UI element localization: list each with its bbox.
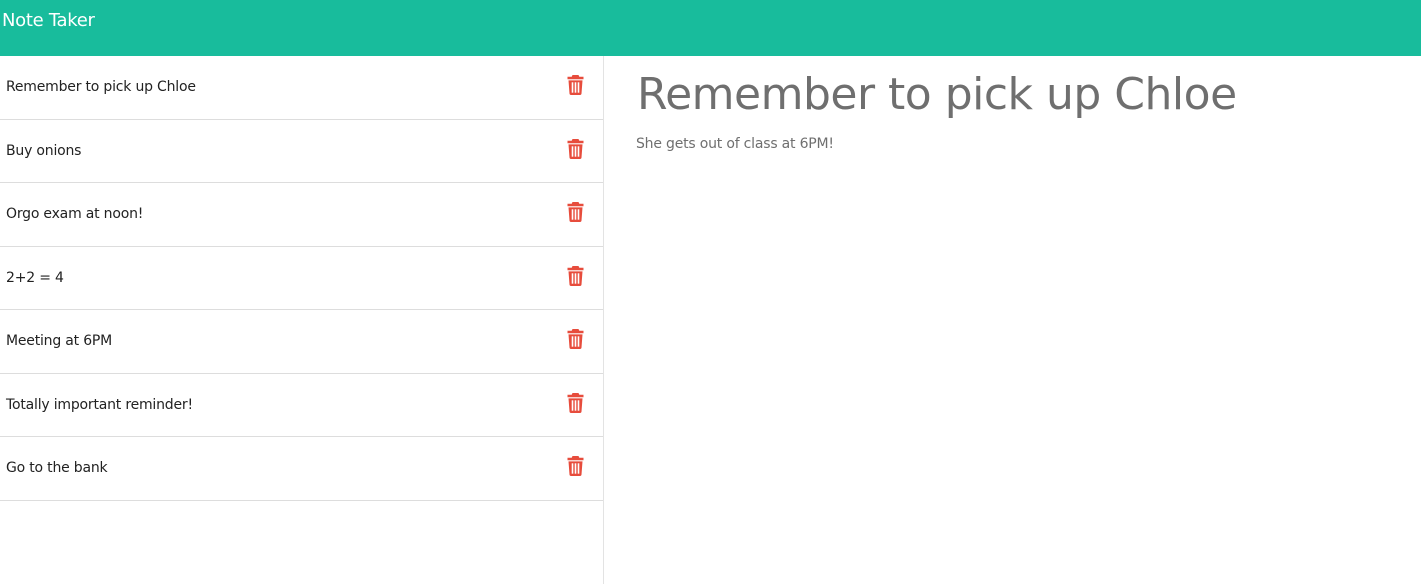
list-item[interactable]: Totally important reminder! (0, 374, 603, 437)
trash-icon[interactable] (567, 75, 584, 96)
trash-icon[interactable] (567, 138, 584, 159)
list-item[interactable]: 2+2 = 4 (0, 247, 603, 310)
note-title[interactable]: Meeting at 6PM (6, 333, 112, 349)
note-list: Remember to pick up Chloe Buy onions Org… (0, 56, 603, 501)
note-editor: Remember to pick up Chloe She gets out o… (604, 56, 1421, 584)
app-title[interactable]: Note Taker (2, 10, 95, 32)
trash-icon[interactable] (567, 456, 584, 477)
note-title-display[interactable]: Remember to pick up Chloe (637, 67, 1237, 123)
trash-icon[interactable] (567, 265, 584, 286)
list-item[interactable]: Remember to pick up Chloe (0, 56, 603, 120)
notes-sidebar: Remember to pick up Chloe Buy onions Org… (0, 56, 604, 584)
note-title[interactable]: Remember to pick up Chloe (6, 79, 196, 95)
list-item[interactable]: Meeting at 6PM (0, 310, 603, 374)
trash-icon[interactable] (567, 392, 584, 413)
trash-icon[interactable] (567, 202, 584, 223)
note-text-display[interactable]: She gets out of class at 6PM! (636, 136, 834, 152)
trash-icon[interactable] (567, 329, 584, 350)
navbar: Note Taker (0, 0, 1421, 56)
note-title[interactable]: 2+2 = 4 (6, 270, 64, 286)
note-title[interactable]: Buy onions (6, 143, 81, 159)
list-item[interactable]: Orgo exam at noon! (0, 183, 603, 247)
list-item[interactable]: Go to the bank (0, 437, 603, 501)
note-title[interactable]: Orgo exam at noon! (6, 206, 143, 222)
note-title[interactable]: Totally important reminder! (6, 397, 193, 413)
note-title[interactable]: Go to the bank (6, 460, 108, 476)
list-item[interactable]: Buy onions (0, 120, 603, 183)
